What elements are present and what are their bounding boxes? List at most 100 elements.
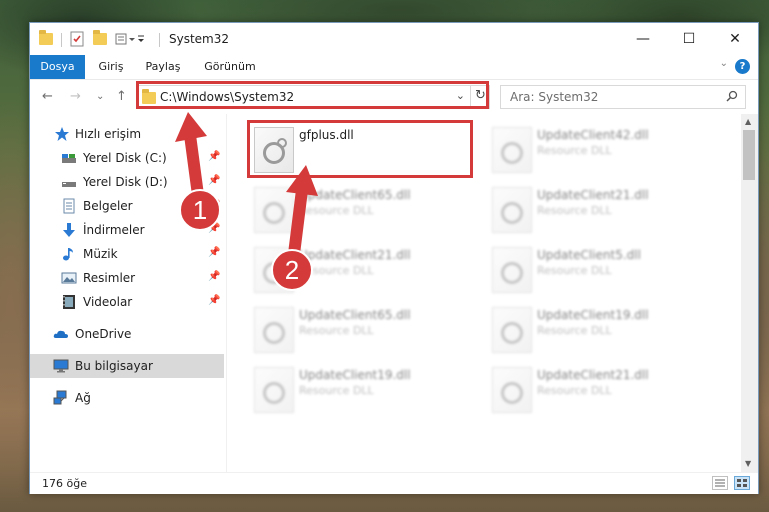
sidebar-item-label: Resimler <box>83 271 136 285</box>
dll-file-icon <box>492 307 532 353</box>
drive-icon <box>62 154 76 163</box>
customize-toolbar-icon[interactable] <box>115 31 144 47</box>
search-input[interactable]: Ara: System32 <box>510 90 598 104</box>
pin-icon[interactable]: 📌 <box>208 175 220 186</box>
window-title: System32 <box>169 32 230 46</box>
file-type: Resource DLL <box>299 324 374 337</box>
downloads-icon <box>63 223 75 237</box>
dll-file-icon <box>492 187 532 233</box>
scroll-down-arrow-icon[interactable]: ▼ <box>745 459 751 468</box>
search-box[interactable]: Ara: System32 <box>500 85 746 109</box>
sidebar-item-label: Belgeler <box>83 199 133 213</box>
scroll-up-arrow-icon[interactable]: ▲ <box>745 117 751 126</box>
sidebar-item-label: Videolar <box>83 295 133 309</box>
documents-icon <box>63 198 75 214</box>
file-item[interactable]: UpdateClient42.dll Resource DLL <box>487 122 717 180</box>
sidebar-item-label: Yerel Disk (C:) <box>83 151 167 165</box>
toolbar-separator <box>61 33 62 47</box>
pictures-icon <box>61 272 77 284</box>
file-item[interactable]: UpdateClient19.dll Resource DLL <box>487 302 717 360</box>
up-button[interactable]: ↑ <box>116 89 127 104</box>
sidebar-item-this-pc[interactable]: Bu bilgisayar <box>30 354 224 378</box>
file-type: Resource DLL <box>299 204 374 217</box>
pin-icon[interactable]: 📌 <box>208 223 220 234</box>
back-button[interactable]: ← <box>42 89 53 104</box>
status-bar: 176 öğe <box>30 472 758 494</box>
file-type: Resource DLL <box>537 384 612 397</box>
pin-icon[interactable]: 📌 <box>208 271 220 282</box>
expand-ribbon-chevron-icon[interactable]: ⌄ <box>720 58 728 69</box>
dll-file-icon <box>492 247 532 293</box>
dll-file-icon <box>492 367 532 413</box>
toolbar-separator <box>159 33 160 47</box>
file-item[interactable]: UpdateClient21.dll Resource DLL <box>249 242 479 300</box>
sidebar-item-label: Ağ <box>75 391 91 405</box>
sidebar-item-local-disk-d[interactable]: Yerel Disk (D:) 📌 <box>30 170 224 194</box>
help-button[interactable]: ? <box>735 59 750 74</box>
tab-view[interactable]: Görünüm <box>198 55 262 79</box>
file-name: UpdateClient21.dll <box>537 188 649 202</box>
close-button[interactable]: ✕ <box>712 23 758 55</box>
sidebar-item-music[interactable]: Müzik 📌 <box>30 242 224 266</box>
search-icon[interactable] <box>726 90 738 102</box>
recent-locations-button[interactable]: ⌄ <box>96 91 104 102</box>
minimize-button[interactable]: — <box>620 23 666 55</box>
sidebar-item-local-disk-c[interactable]: Yerel Disk (C:) 📌 <box>30 146 224 170</box>
computer-icon <box>53 359 69 373</box>
folder-icon <box>39 30 55 47</box>
file-type: Resource DLL <box>537 324 612 337</box>
sidebar-item-network[interactable]: Ağ <box>30 386 224 410</box>
details-view-icon <box>715 479 725 487</box>
file-item[interactable]: UpdateClient65.dll Resource DLL <box>249 182 479 240</box>
file-name: UpdateClient21.dll <box>299 248 411 262</box>
star-icon <box>55 127 69 141</box>
file-type: Resource DLL <box>537 144 612 157</box>
pin-icon[interactable]: 📌 <box>208 199 220 210</box>
forward-button[interactable]: → <box>70 89 81 104</box>
file-item[interactable]: UpdateClient65.dll Resource DLL <box>249 302 479 360</box>
file-item[interactable]: UpdateClient21.dll Resource DLL <box>487 362 717 420</box>
file-type: Resource DLL <box>299 264 374 277</box>
dll-file-icon <box>254 187 294 233</box>
properties-icon[interactable] <box>69 31 85 47</box>
file-name: UpdateClient65.dll <box>299 188 411 202</box>
vertical-scrollbar[interactable]: ▲ ▼ <box>741 114 758 472</box>
maximize-button[interactable]: ☐ <box>666 23 712 55</box>
sidebar-item-videos[interactable]: Videolar 📌 <box>30 290 224 314</box>
file-item[interactable]: UpdateClient19.dll Resource DLL <box>249 362 479 420</box>
title-bar: System32 — ☐ ✕ <box>30 23 758 55</box>
details-view-button[interactable] <box>712 476 728 490</box>
file-name: UpdateClient42.dll <box>537 128 649 142</box>
file-name: UpdateClient5.dll <box>537 248 641 262</box>
file-name: UpdateClient19.dll <box>299 368 411 382</box>
tiles-view-icon <box>737 479 747 487</box>
dll-file-icon <box>254 247 294 293</box>
sidebar-item-pictures[interactable]: Resimler 📌 <box>30 266 224 290</box>
item-count: 176 öğe <box>42 477 87 490</box>
tab-home[interactable]: Giriş <box>89 55 133 79</box>
sidebar-item-documents[interactable]: Belgeler 📌 <box>30 194 224 218</box>
sidebar-item-label: Bu bilgisayar <box>75 359 153 373</box>
tiles-view-button[interactable] <box>734 476 750 490</box>
network-icon <box>53 390 67 405</box>
pin-icon[interactable]: 📌 <box>208 295 220 306</box>
file-type: Resource DLL <box>299 384 374 397</box>
sidebar-item-quick-access[interactable]: Hızlı erişim <box>30 122 224 146</box>
file-name: UpdateClient65.dll <box>299 308 411 322</box>
ribbon-tabs: Dosya Giriş Paylaş Görünüm ⌄ ? <box>30 55 758 79</box>
pin-icon[interactable]: 📌 <box>208 151 220 162</box>
sidebar-item-label: Müzik <box>83 247 118 261</box>
sidebar-item-onedrive[interactable]: OneDrive <box>30 322 224 346</box>
file-type: Resource DLL <box>537 264 612 277</box>
new-folder-icon[interactable] <box>93 30 109 47</box>
pin-icon[interactable]: 📌 <box>208 247 220 258</box>
scrollbar-thumb[interactable] <box>743 130 755 180</box>
sidebar-item-label: Hızlı erişim <box>75 127 142 141</box>
tab-file[interactable]: Dosya <box>30 55 85 79</box>
file-item[interactable]: UpdateClient5.dll Resource DLL <box>487 242 717 300</box>
tab-share[interactable]: Paylaş <box>138 55 188 79</box>
file-name: UpdateClient19.dll <box>537 308 649 322</box>
file-type: Resource DLL <box>537 204 612 217</box>
sidebar-item-downloads[interactable]: İndirmeler 📌 <box>30 218 224 242</box>
file-item[interactable]: UpdateClient21.dll Resource DLL <box>487 182 717 240</box>
